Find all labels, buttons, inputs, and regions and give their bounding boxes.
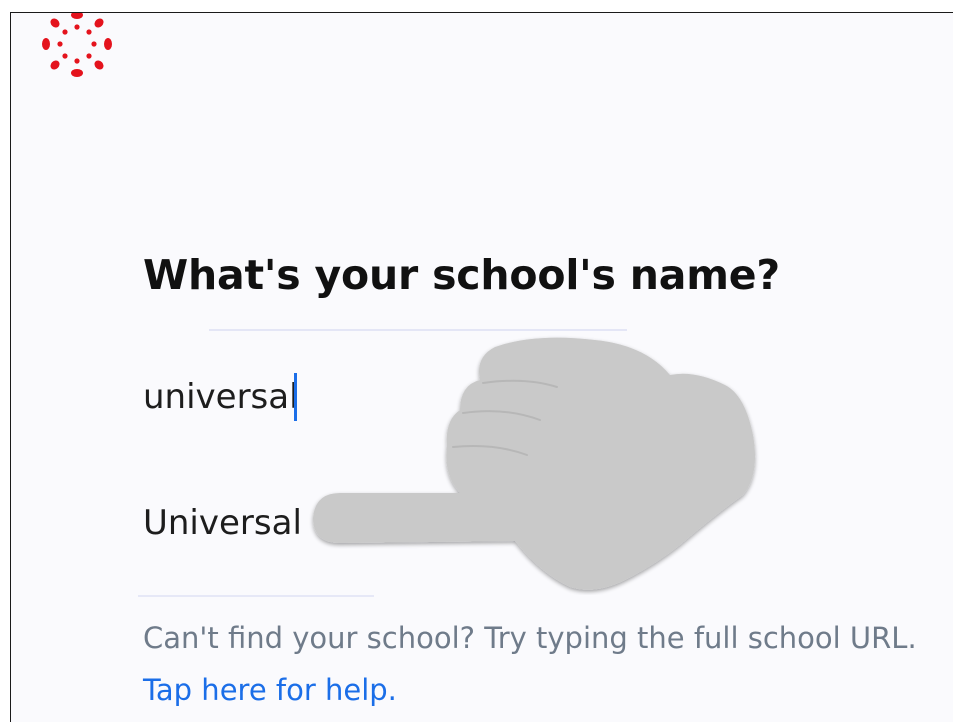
divider — [209, 329, 627, 331]
suggestion-item-universal[interactable]: Universal — [143, 503, 302, 543]
help-link[interactable]: Tap here for help. — [143, 673, 397, 707]
help-text: Can't find your school? Try typing the f… — [143, 621, 917, 655]
page-title: What's your school's name? — [143, 251, 780, 299]
app-screen: What's your school's name? Universal Can… — [10, 12, 953, 722]
divider — [138, 595, 374, 597]
text-caret — [294, 373, 297, 421]
school-search-input[interactable] — [139, 371, 447, 423]
canvas-logo-icon — [42, 13, 112, 77]
